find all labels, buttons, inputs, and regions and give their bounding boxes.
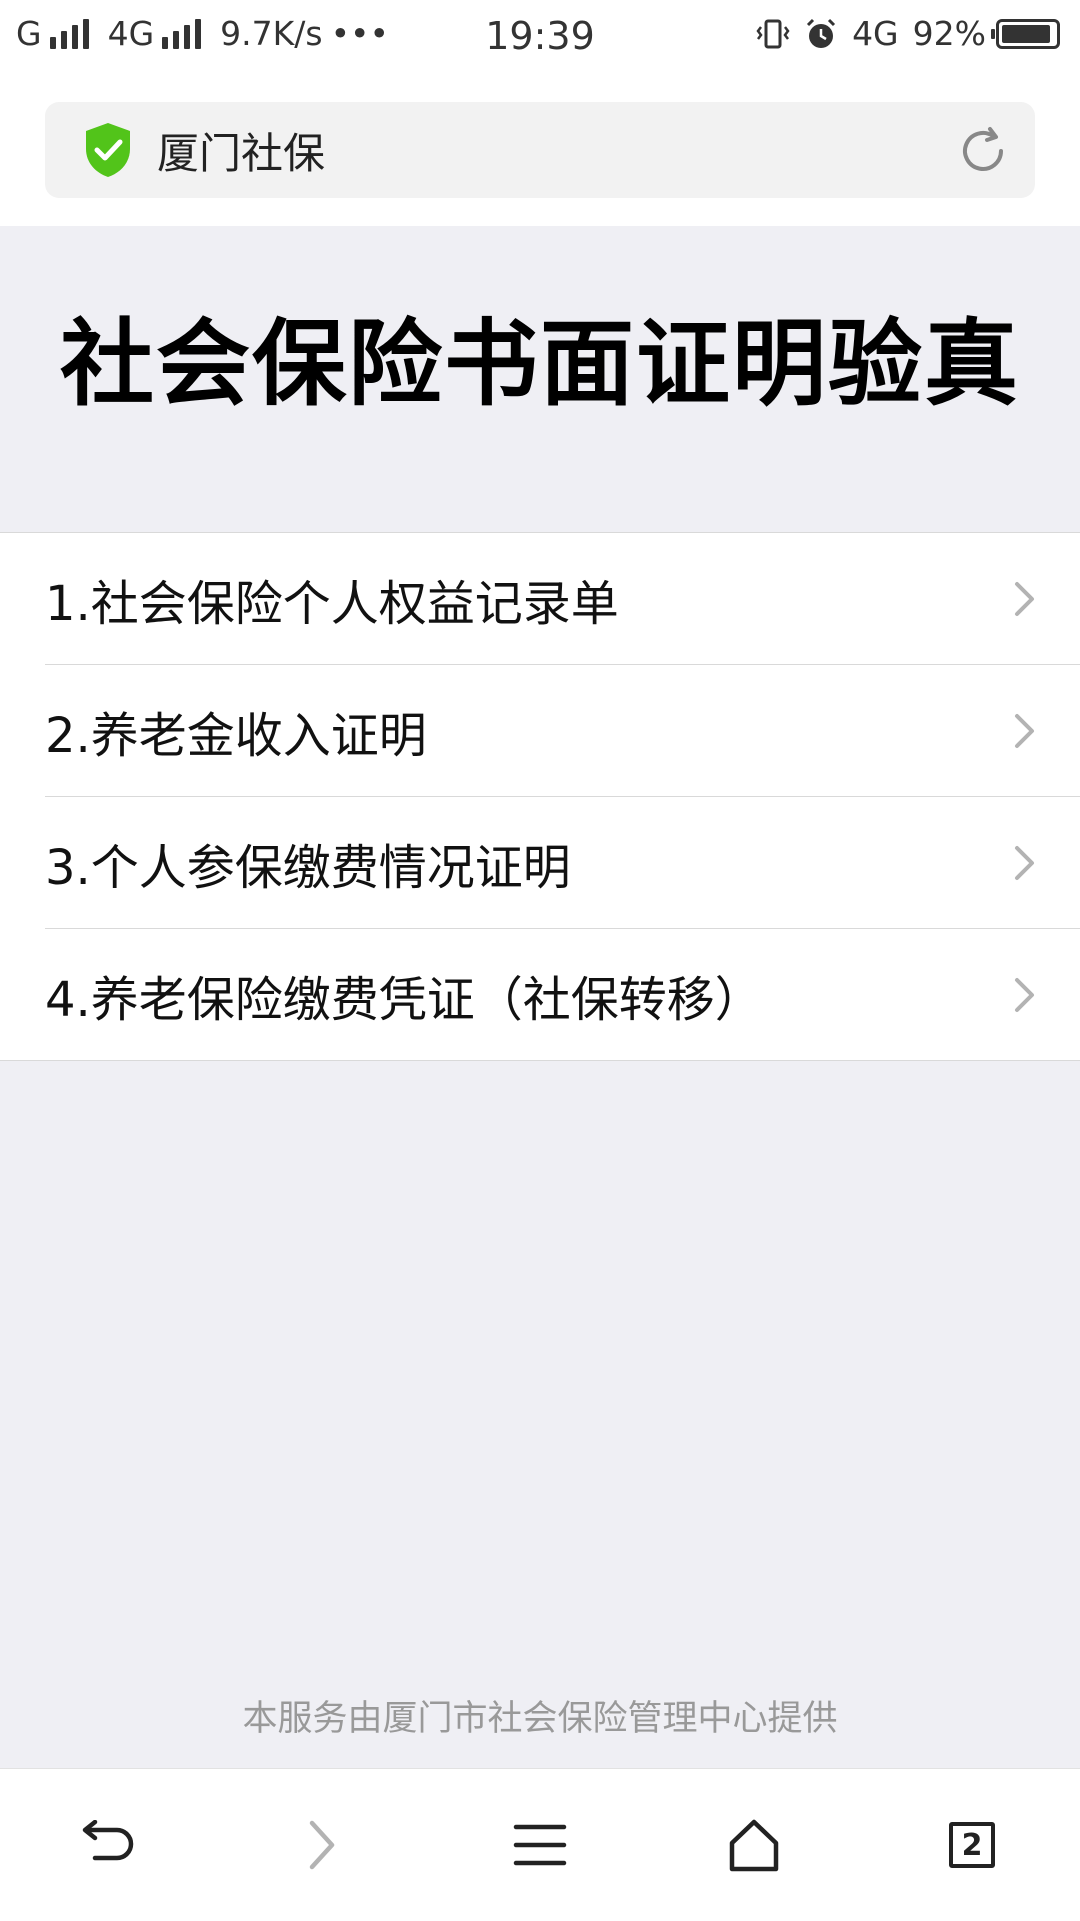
menu-item-pension-voucher[interactable]: 4.养老保险缴费凭证（社保转移） <box>45 929 1080 1060</box>
vibrate-icon <box>756 17 790 51</box>
refresh-icon[interactable] <box>957 125 1009 177</box>
site-name: 厦门社保 <box>157 128 326 178</box>
back-icon <box>82 1820 134 1861</box>
battery-icon <box>991 18 1060 49</box>
chevron-right-icon <box>1012 844 1038 882</box>
home-button[interactable] <box>718 1809 790 1881</box>
tab-count-badge: 2 <box>949 1822 995 1868</box>
menu-item-label: 4.养老保险缴费凭证（社保转移） <box>45 971 763 1028</box>
menu-item-rights-record[interactable]: 1.社会保险个人权益记录单 <box>45 533 1080 665</box>
home-icon <box>729 1819 779 1872</box>
menu-button[interactable] <box>504 1809 576 1881</box>
bottom-nav: 2 <box>0 1768 1080 1921</box>
status-bar: G 4G 9.7K/s ••• 19:39 4G 92% <box>0 0 1080 78</box>
status-right: 4G 92% <box>742 14 1060 53</box>
page-header: 社会保险书面证明验真 <box>0 226 1080 532</box>
tabs-button[interactable]: 2 <box>936 1809 1008 1881</box>
page-title: 社会保险书面证明验真 <box>59 310 1020 419</box>
browser-toolbar: 厦门社保 <box>0 78 1080 226</box>
menu-item-label: 1.社会保险个人权益记录单 <box>45 575 619 632</box>
battery-percent: 92% <box>912 14 986 53</box>
chevron-right-icon <box>1012 580 1038 618</box>
menu-item-pension-income[interactable]: 2.养老金收入证明 <box>45 665 1080 797</box>
network-type: 4G <box>852 14 899 53</box>
hamburger-menu-icon <box>513 1824 567 1866</box>
address-bar[interactable]: 厦门社保 <box>45 102 1035 198</box>
chevron-right-icon <box>1012 976 1038 1014</box>
menu-item-contribution-status[interactable]: 3.个人参保缴费情况证明 <box>45 797 1080 929</box>
footer-text: 本服务由厦门市社会保险管理中心提供 <box>242 1699 838 1739</box>
forward-button[interactable] <box>286 1809 358 1881</box>
alarm-icon <box>804 17 838 51</box>
chevron-right-icon <box>1012 712 1038 750</box>
menu-list: 1.社会保险个人权益记录单 2.养老金收入证明 3.个人参保缴费情况证明 4.养… <box>0 532 1080 1061</box>
menu-item-label: 2.养老金收入证明 <box>45 707 427 764</box>
menu-item-label: 3.个人参保缴费情况证明 <box>45 839 571 896</box>
back-button[interactable] <box>71 1809 143 1881</box>
shield-check-icon <box>83 121 133 179</box>
forward-icon <box>309 1820 335 1870</box>
